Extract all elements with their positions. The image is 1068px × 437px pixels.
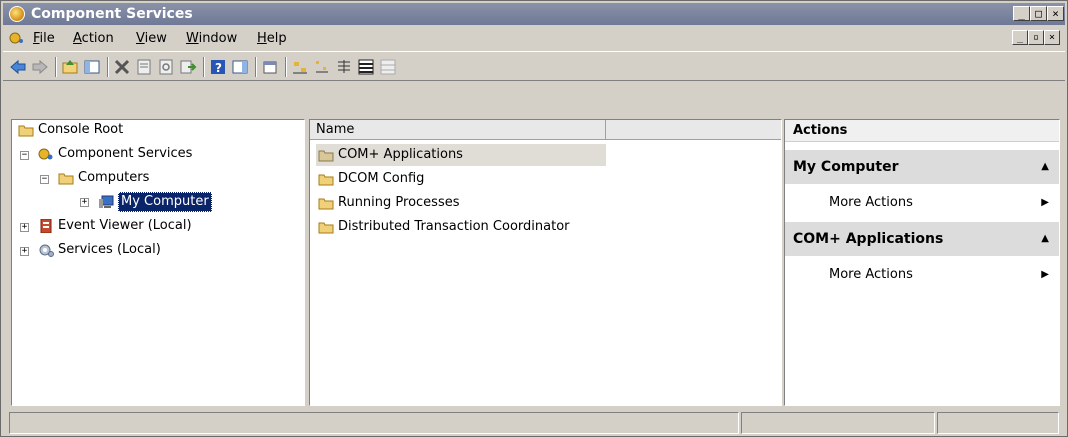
close-button[interactable]: × <box>1047 6 1064 21</box>
delete-icon[interactable] <box>113 58 131 76</box>
child-restore-button[interactable]: ▫ <box>1028 30 1044 45</box>
component-services-icon <box>38 148 53 160</box>
mmc-document-icon[interactable] <box>9 31 25 45</box>
menu-window[interactable]: Window <box>186 31 237 46</box>
folder-icon <box>318 174 334 186</box>
folder-icon <box>58 173 74 185</box>
menu-view[interactable]: View <box>136 31 167 46</box>
expand-services[interactable]: + <box>20 247 29 256</box>
computer-icon <box>99 195 114 208</box>
properties-icon[interactable] <box>135 58 153 76</box>
mmc-window: Component Services _ □ × File Action Vie… <box>0 0 1068 437</box>
column-header-name[interactable]: Name <box>310 120 606 140</box>
toolbar: ? <box>3 51 1065 81</box>
event-viewer-icon <box>40 219 52 233</box>
submenu-arrow-icon: ▶ <box>1041 269 1049 280</box>
expand-collapse-component-services[interactable]: − <box>20 151 29 160</box>
export-list-icon[interactable] <box>179 58 197 76</box>
menu-file[interactable]: File <box>33 31 55 46</box>
new-window-icon[interactable] <box>261 58 279 76</box>
up-folder-icon[interactable] <box>61 58 79 76</box>
folder-icon <box>318 150 334 162</box>
folder-icon <box>18 125 34 137</box>
folder-icon <box>318 198 334 210</box>
action-section-com-applications[interactable]: COM+ Applications ▲ <box>785 222 1059 256</box>
child-close-button[interactable]: × <box>1044 30 1060 45</box>
maximize-button[interactable]: □ <box>1030 6 1047 21</box>
menu-help[interactable]: Help <box>257 31 287 46</box>
large-icons-icon[interactable] <box>291 58 309 76</box>
actions-pane: Actions My Computer ▲ More Actions ▶ COM… <box>784 119 1060 406</box>
detail-view-icon[interactable] <box>357 58 375 76</box>
help-icon[interactable]: ? <box>209 58 227 76</box>
show-hide-action-pane-icon[interactable] <box>231 58 249 76</box>
toolbar-separator <box>285 57 287 77</box>
toolbar-separator <box>255 57 257 77</box>
menu-bar: File Action View Window Help _ ▫ × <box>3 27 1065 49</box>
title-bar: Component Services _ □ × <box>3 3 1065 25</box>
action-section-my-computer[interactable]: My Computer ▲ <box>785 150 1059 184</box>
column-header-empty[interactable] <box>606 120 781 140</box>
more-actions-my-computer[interactable]: More Actions ▶ <box>785 186 1059 220</box>
folder-icon <box>318 222 334 234</box>
expand-event-viewer[interactable]: + <box>20 223 29 232</box>
actions-header: Actions <box>785 120 1059 142</box>
status-pane-main <box>9 412 739 434</box>
list-item[interactable]: Distributed Transaction Coordinator <box>316 216 606 238</box>
status-pane-2 <box>741 412 935 434</box>
list-item[interactable]: DCOM Config <box>316 168 606 190</box>
refresh-icon[interactable] <box>157 58 175 76</box>
list-item[interactable]: COM+ Applications <box>316 144 606 166</box>
back-icon[interactable] <box>9 58 27 76</box>
configure-view-icon[interactable] <box>379 58 397 76</box>
collapse-up-icon[interactable]: ▲ <box>1041 150 1049 184</box>
toolbar-separator <box>107 57 109 77</box>
expand-collapse-computers[interactable]: − <box>40 175 49 184</box>
window-title: Component Services <box>31 6 193 22</box>
forward-icon[interactable] <box>31 58 49 76</box>
expand-my-computer[interactable]: + <box>80 198 89 207</box>
list-item[interactable]: Running Processes <box>316 192 606 214</box>
more-actions-com-applications[interactable]: More Actions ▶ <box>785 258 1059 292</box>
services-gear-icon <box>39 244 54 257</box>
status-pane-3 <box>937 412 1059 434</box>
minimize-button[interactable]: _ <box>1013 6 1030 21</box>
console-tree-pane[interactable]: Console Root − Component Services − Comp… <box>11 119 305 406</box>
svg-text:?: ? <box>215 61 222 75</box>
collapse-up-icon[interactable]: ▲ <box>1041 222 1049 256</box>
show-hide-tree-icon[interactable] <box>83 58 101 76</box>
submenu-arrow-icon: ▶ <box>1041 197 1049 208</box>
menu-action[interactable]: Action <box>73 31 114 46</box>
status-bar <box>3 409 1065 435</box>
small-icons-icon[interactable] <box>313 58 331 76</box>
list-view-icon[interactable] <box>335 58 353 76</box>
child-minimize-button[interactable]: _ <box>1012 30 1028 45</box>
toolbar-separator <box>203 57 205 77</box>
results-list-pane[interactable]: Name COM+ Applications DCOM Config Runni… <box>309 119 782 406</box>
component-services-app-icon[interactable] <box>9 6 25 22</box>
toolbar-separator <box>55 57 57 77</box>
